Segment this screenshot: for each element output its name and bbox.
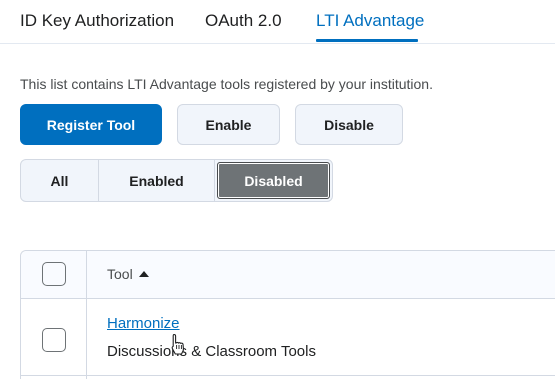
row-divider (21, 375, 555, 376)
tab-lti-advantage[interactable]: LTI Advantage (316, 11, 424, 31)
row-checkbox[interactable] (42, 328, 66, 352)
sort-ascending-icon (138, 270, 149, 277)
disable-button[interactable]: Disable (295, 104, 403, 145)
tool-category: Discussions & Classroom Tools (107, 343, 316, 360)
select-all-checkbox[interactable] (42, 262, 66, 286)
tab-bar: ID Key Authorization OAuth 2.0 LTI Advan… (0, 0, 555, 44)
status-filter: All Enabled Disabled (20, 159, 333, 202)
column-header-tool[interactable]: Tool (107, 266, 149, 282)
table-row: Harmonize Discussions & Classroom Tools (21, 299, 555, 379)
tab-oauth-2[interactable]: OAuth 2.0 (205, 11, 282, 31)
table-header: Tool (21, 251, 555, 299)
page-description: This list contains LTI Advantage tools r… (20, 76, 433, 92)
tabs-divider (0, 43, 555, 44)
filter-disabled[interactable]: Disabled (217, 162, 330, 199)
column-header-tool-label: Tool (107, 266, 133, 282)
filter-all[interactable]: All (21, 160, 99, 201)
tools-table: Tool Harmonize Discussions & Classroom T… (20, 250, 555, 379)
register-tool-button[interactable]: Register Tool (20, 104, 162, 145)
hand-pointer-cursor-icon (171, 333, 184, 355)
filter-enabled[interactable]: Enabled (99, 160, 215, 201)
tab-id-key-authorization[interactable]: ID Key Authorization (20, 11, 174, 31)
tool-name-link[interactable]: Harmonize (107, 315, 180, 332)
enable-button[interactable]: Enable (177, 104, 280, 145)
active-tab-indicator (316, 39, 418, 42)
